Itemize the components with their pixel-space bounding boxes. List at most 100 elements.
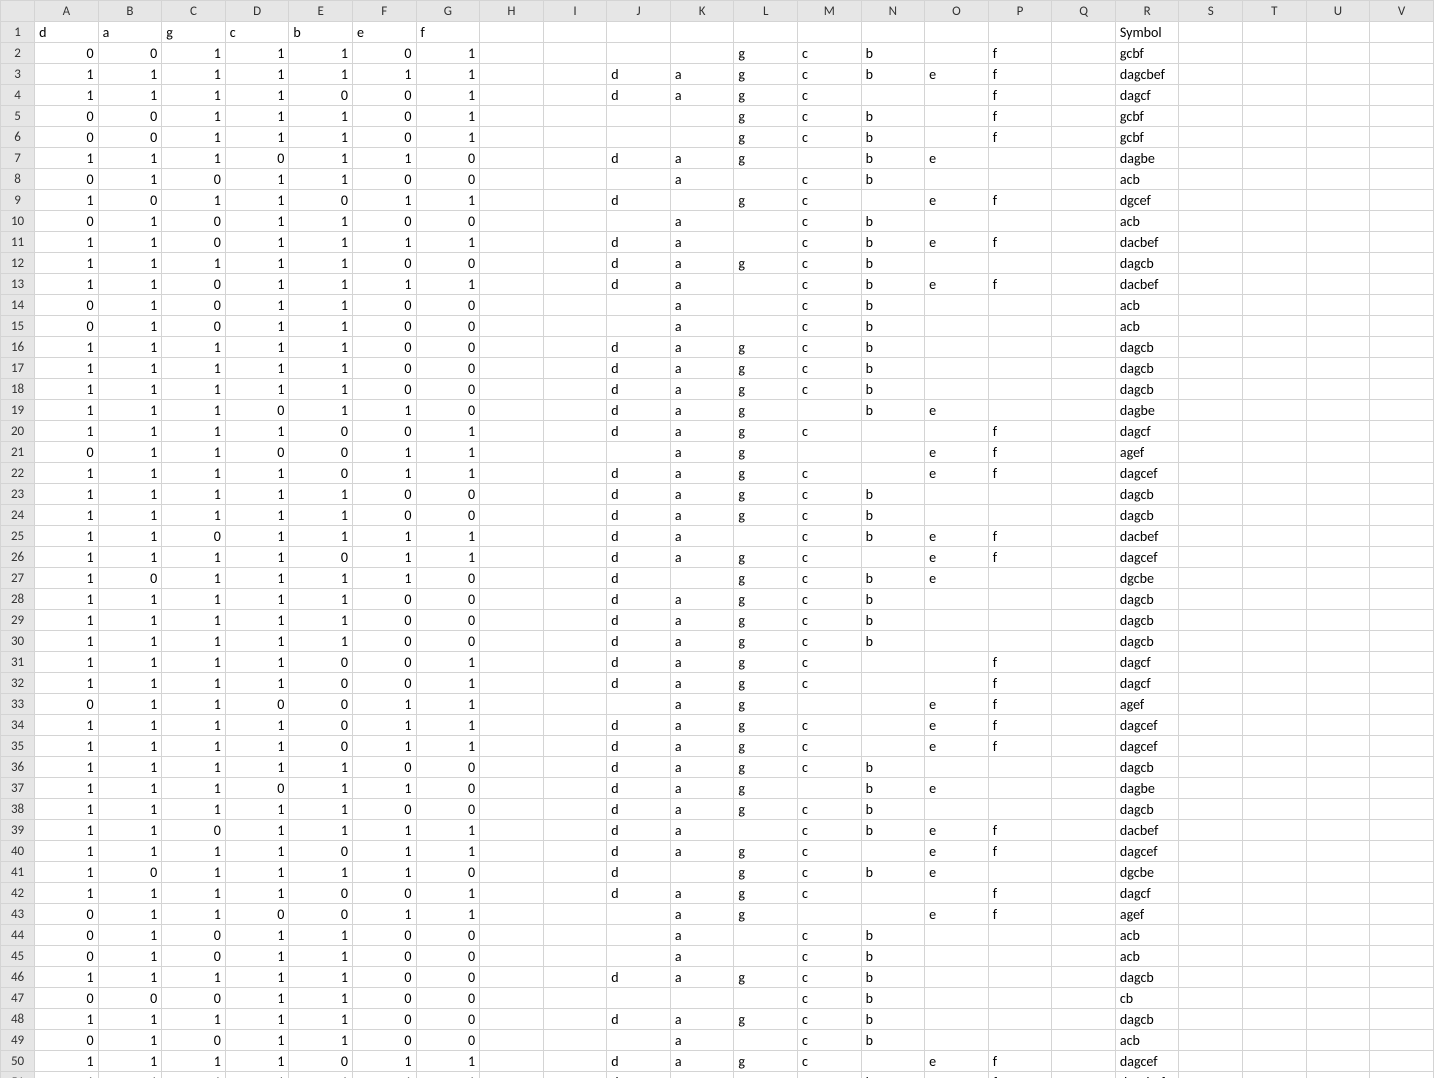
cell-L46[interactable]: g (734, 967, 798, 988)
cell-A7[interactable]: 1 (35, 148, 99, 169)
cell-D30[interactable]: 1 (225, 631, 289, 652)
cell-P32[interactable]: f (988, 673, 1052, 694)
cell-C4[interactable]: 1 (162, 85, 226, 106)
cell-F9[interactable]: 1 (352, 190, 416, 211)
cell-U44[interactable] (1306, 925, 1370, 946)
cell-M32[interactable]: c (798, 673, 862, 694)
row-header-8[interactable]: 8 (1, 169, 35, 190)
cell-P25[interactable]: f (988, 526, 1052, 547)
cell-E9[interactable]: 0 (289, 190, 353, 211)
cell-D38[interactable]: 1 (225, 799, 289, 820)
cell-P5[interactable]: f (988, 106, 1052, 127)
cell-B35[interactable]: 1 (98, 736, 162, 757)
cell-B1[interactable]: a (98, 22, 162, 43)
cell-O28[interactable] (925, 589, 989, 610)
cell-B8[interactable]: 1 (98, 169, 162, 190)
cell-U4[interactable] (1306, 85, 1370, 106)
cell-J25[interactable]: d (607, 526, 671, 547)
cell-R2[interactable]: gcbf (1115, 43, 1179, 64)
row-header-43[interactable]: 43 (1, 904, 35, 925)
cell-M39[interactable]: c (798, 820, 862, 841)
cell-P15[interactable] (988, 316, 1052, 337)
cell-N39[interactable]: b (861, 820, 925, 841)
cell-O26[interactable]: e (925, 547, 989, 568)
cell-P22[interactable]: f (988, 463, 1052, 484)
cell-T10[interactable] (1243, 211, 1307, 232)
cell-T18[interactable] (1243, 379, 1307, 400)
cell-B47[interactable]: 0 (98, 988, 162, 1009)
row-header-5[interactable]: 5 (1, 106, 35, 127)
cell-F12[interactable]: 0 (352, 253, 416, 274)
cell-K5[interactable] (670, 106, 734, 127)
cell-G12[interactable]: 0 (416, 253, 480, 274)
cell-K44[interactable]: a (670, 925, 734, 946)
cell-I42[interactable] (543, 883, 607, 904)
cell-N22[interactable] (861, 463, 925, 484)
cell-K30[interactable]: a (670, 631, 734, 652)
cell-G40[interactable]: 1 (416, 841, 480, 862)
cell-J39[interactable]: d (607, 820, 671, 841)
col-header-Q[interactable]: Q (1052, 1, 1116, 22)
cell-H31[interactable] (480, 652, 544, 673)
cell-C2[interactable]: 1 (162, 43, 226, 64)
cell-L11[interactable] (734, 232, 798, 253)
cell-B10[interactable]: 1 (98, 211, 162, 232)
cell-T34[interactable] (1243, 715, 1307, 736)
cell-P38[interactable] (988, 799, 1052, 820)
cell-B37[interactable]: 1 (98, 778, 162, 799)
cell-S14[interactable] (1179, 295, 1243, 316)
cell-K37[interactable]: a (670, 778, 734, 799)
cell-E39[interactable]: 1 (289, 820, 353, 841)
cell-L19[interactable]: g (734, 400, 798, 421)
row-header-14[interactable]: 14 (1, 295, 35, 316)
cell-A4[interactable]: 1 (35, 85, 99, 106)
cell-D12[interactable]: 1 (225, 253, 289, 274)
cell-M20[interactable]: c (798, 421, 862, 442)
cell-S45[interactable] (1179, 946, 1243, 967)
cell-J5[interactable] (607, 106, 671, 127)
cell-M41[interactable]: c (798, 862, 862, 883)
row-header-41[interactable]: 41 (1, 862, 35, 883)
cell-P18[interactable] (988, 379, 1052, 400)
cell-U45[interactable] (1306, 946, 1370, 967)
cell-E31[interactable]: 0 (289, 652, 353, 673)
cell-M13[interactable]: c (798, 274, 862, 295)
cell-C24[interactable]: 1 (162, 505, 226, 526)
cell-M14[interactable]: c (798, 295, 862, 316)
cell-C5[interactable]: 1 (162, 106, 226, 127)
cell-R26[interactable]: dagcef (1115, 547, 1179, 568)
cell-D28[interactable]: 1 (225, 589, 289, 610)
cell-T35[interactable] (1243, 736, 1307, 757)
cell-A11[interactable]: 1 (35, 232, 99, 253)
cell-G18[interactable]: 0 (416, 379, 480, 400)
cell-D27[interactable]: 1 (225, 568, 289, 589)
cell-J49[interactable] (607, 1030, 671, 1051)
cell-A28[interactable]: 1 (35, 589, 99, 610)
cell-I11[interactable] (543, 232, 607, 253)
cell-T4[interactable] (1243, 85, 1307, 106)
cell-J41[interactable]: d (607, 862, 671, 883)
cell-H22[interactable] (480, 463, 544, 484)
cell-O24[interactable] (925, 505, 989, 526)
cell-F20[interactable]: 0 (352, 421, 416, 442)
cell-E10[interactable]: 1 (289, 211, 353, 232)
cell-L50[interactable]: g (734, 1051, 798, 1072)
cell-Q1[interactable] (1052, 22, 1116, 43)
cell-O36[interactable] (925, 757, 989, 778)
cell-E14[interactable]: 1 (289, 295, 353, 316)
cell-F8[interactable]: 0 (352, 169, 416, 190)
cell-V16[interactable] (1370, 337, 1434, 358)
cell-H36[interactable] (480, 757, 544, 778)
cell-T28[interactable] (1243, 589, 1307, 610)
col-header-O[interactable]: O (925, 1, 989, 22)
cell-M34[interactable]: c (798, 715, 862, 736)
cell-K24[interactable]: a (670, 505, 734, 526)
cell-U34[interactable] (1306, 715, 1370, 736)
cell-F18[interactable]: 0 (352, 379, 416, 400)
cell-T9[interactable] (1243, 190, 1307, 211)
cell-F45[interactable]: 0 (352, 946, 416, 967)
cell-J27[interactable]: d (607, 568, 671, 589)
cell-Q42[interactable] (1052, 883, 1116, 904)
cell-P47[interactable] (988, 988, 1052, 1009)
col-header-F[interactable]: F (352, 1, 416, 22)
